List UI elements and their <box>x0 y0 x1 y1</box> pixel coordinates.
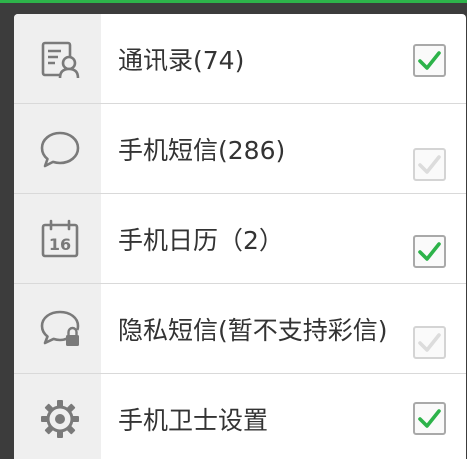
calendar-icon: 16 <box>41 219 79 258</box>
checkmark-icon <box>418 155 441 174</box>
item-label: 通讯录(74) <box>118 45 245 75</box>
contacts-icon <box>41 41 80 79</box>
icon-column: 16 <box>14 194 101 283</box>
private-sms-checkbox[interactable] <box>413 326 446 359</box>
calendar-checkbox[interactable] <box>413 235 446 268</box>
item-label: 手机日历（2） <box>118 225 284 255</box>
checkmark-icon <box>418 409 441 428</box>
icon-column <box>14 14 101 103</box>
private-sms-lock-icon <box>40 310 80 346</box>
contacts-checkbox[interactable] <box>413 44 446 77</box>
checkmark-icon <box>418 242 441 261</box>
item-label: 手机短信(286) <box>118 135 286 165</box>
icon-column <box>14 374 101 459</box>
list-item-security-settings[interactable]: 手机卫士设置 <box>14 374 466 459</box>
icon-column <box>14 284 101 373</box>
list-item-sms[interactable]: 手机短信(286) <box>14 104 466 194</box>
sms-bubble-icon <box>40 131 80 168</box>
settings-gear-icon <box>41 400 79 438</box>
checkmark-icon <box>418 333 441 352</box>
backup-items-list: 通讯录(74) 手机短信(286) 16 手机日历（2） 隐私短信(暂不支持彩信… <box>14 14 466 459</box>
list-item-private-sms[interactable]: 隐私短信(暂不支持彩信) <box>14 284 466 374</box>
icon-column <box>14 104 101 193</box>
svg-text:16: 16 <box>49 235 71 254</box>
checkmark-icon <box>418 51 441 70</box>
list-item-calendar[interactable]: 16 手机日历（2） <box>14 194 466 284</box>
sms-checkbox[interactable] <box>413 148 446 181</box>
item-label: 手机卫士设置 <box>118 406 269 435</box>
security-settings-checkbox[interactable] <box>413 402 446 435</box>
top-accent-bar <box>0 0 467 3</box>
list-item-contacts[interactable]: 通讯录(74) <box>14 14 466 104</box>
item-label: 隐私短信(暂不支持彩信) <box>118 315 388 345</box>
